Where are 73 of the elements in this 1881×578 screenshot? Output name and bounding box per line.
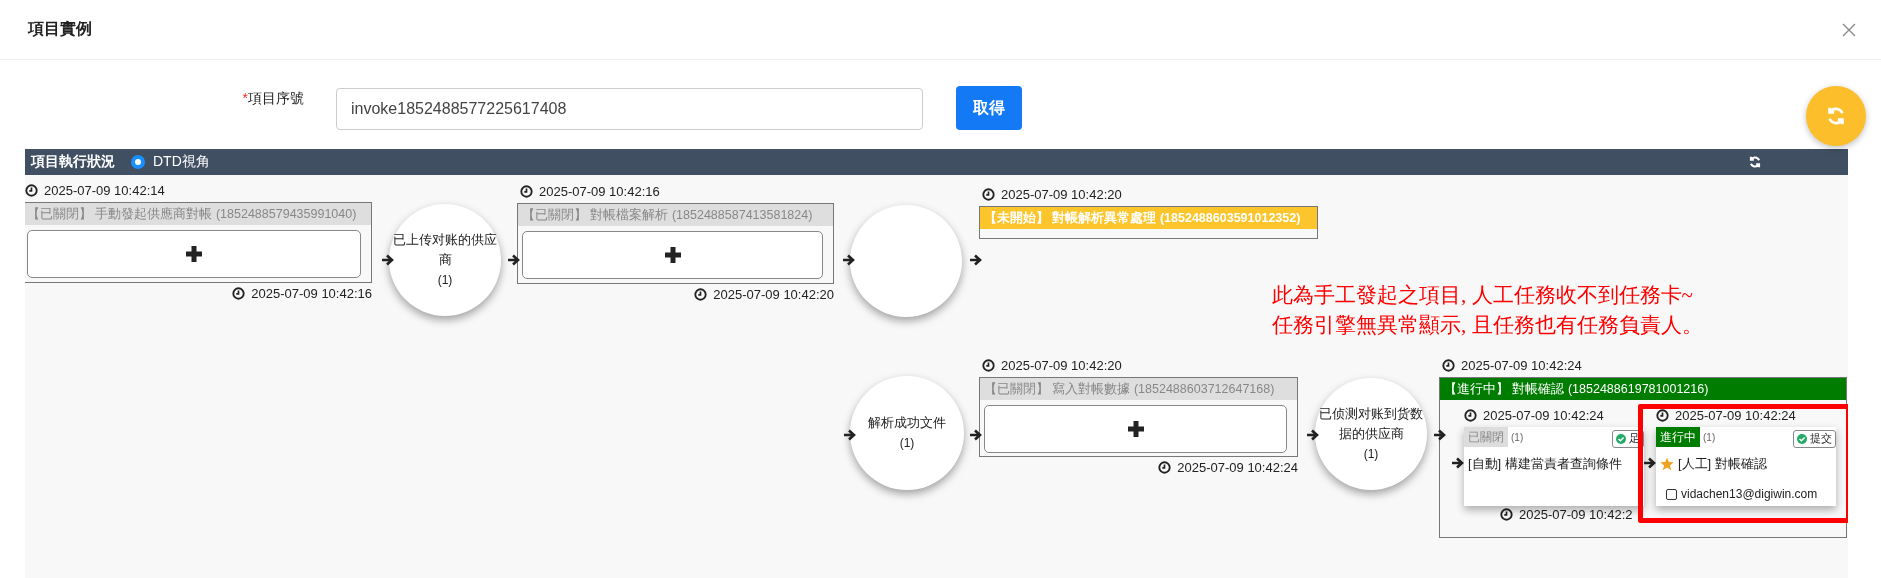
assignee-email: vidachen13@digiwin.com bbox=[1681, 487, 1818, 501]
arrow-icon bbox=[1452, 456, 1464, 470]
end-time: 2025-07-09 10:42:20 bbox=[654, 287, 834, 302]
expand-button[interactable] bbox=[522, 231, 823, 279]
arrow-icon bbox=[843, 253, 855, 267]
start-time: 2025-07-09 10:42:24 bbox=[1442, 358, 1582, 373]
task-header[interactable]: 【已關閉】 手動發起供應商對帳 (1852488579435991040) bbox=[25, 203, 371, 225]
refresh-icon[interactable] bbox=[1748, 155, 1762, 169]
end-time: 2025-07-09 10:42:24 bbox=[1118, 460, 1298, 475]
dialog-title: 項目實例 bbox=[28, 19, 92, 39]
arrow-icon bbox=[1434, 428, 1446, 442]
state-count: (1) bbox=[899, 435, 915, 452]
end-time: 2025-07-09 10:42:16 bbox=[192, 286, 372, 301]
end-time: 2025-07-09 10:42:2 bbox=[1500, 507, 1633, 522]
arrow-icon bbox=[508, 253, 520, 267]
clock-icon bbox=[1464, 409, 1477, 422]
clock-icon bbox=[25, 184, 38, 197]
clock-icon bbox=[982, 188, 995, 201]
annotation-text: 任務引擎無異常顯示, 且任務也有任務負責人。 bbox=[1272, 312, 1703, 339]
clock-icon bbox=[1158, 461, 1172, 474]
expand-button[interactable] bbox=[27, 230, 361, 278]
clock-icon bbox=[1442, 359, 1455, 372]
task-header[interactable]: 【進行中】 對帳確認 (1852488619781001216) bbox=[1440, 378, 1846, 400]
refresh-icon bbox=[1825, 105, 1847, 127]
radio-label[interactable]: DTD視角 bbox=[153, 153, 210, 171]
state-label: 已上传对账的供应商 bbox=[393, 231, 497, 269]
close-icon[interactable] bbox=[1842, 22, 1856, 37]
start-time: 2025-07-09 10:42:24 bbox=[1656, 408, 1796, 423]
start-time: 2025-07-09 10:42:20 bbox=[982, 358, 1122, 373]
arrow-icon bbox=[1307, 428, 1319, 442]
input-field[interactable]: invoke1852488577225617408 bbox=[336, 88, 923, 130]
star-icon bbox=[1660, 457, 1674, 471]
panel-title: 項目執行狀況 bbox=[31, 153, 115, 171]
clock-icon bbox=[232, 287, 246, 300]
start-time: 2025-07-09 10:42:20 bbox=[982, 187, 1122, 202]
get-button[interactable]: 取得 bbox=[956, 86, 1022, 130]
start-time: 2025-07-09 10:42:24 bbox=[1464, 408, 1604, 423]
plus-icon bbox=[185, 245, 203, 263]
annotation-text: 此為手工發起之項目, 人工任務收不到任務卡~ bbox=[1272, 282, 1694, 309]
subtask-name: [自動] 構建當責者查詢條件 bbox=[1468, 455, 1622, 473]
radio-button[interactable] bbox=[131, 155, 145, 169]
plus-icon bbox=[1126, 420, 1145, 438]
arrow-icon bbox=[970, 253, 982, 267]
arrow-icon bbox=[844, 428, 856, 442]
plus-icon bbox=[663, 246, 682, 264]
state-label: 解析成功文件 bbox=[867, 414, 947, 432]
check-icon bbox=[1616, 433, 1626, 444]
task-header[interactable]: 【已關閉】 對帳檔案解析 (1852488587413581824) bbox=[518, 204, 833, 226]
clock-icon bbox=[982, 359, 995, 372]
clock-icon bbox=[694, 288, 708, 301]
clock-icon bbox=[520, 185, 533, 198]
subtask-name: [人工] 對帳確認 bbox=[1678, 455, 1767, 473]
arrow-icon bbox=[1644, 456, 1656, 470]
arrow-icon bbox=[970, 428, 982, 442]
field-label: 項目序號 bbox=[248, 90, 304, 108]
state-count: (1) bbox=[1363, 446, 1379, 463]
start-time: 2025-07-09 10:42:16 bbox=[520, 184, 660, 199]
status-tag: 已關閉 bbox=[1464, 427, 1508, 447]
check-icon bbox=[1797, 433, 1807, 444]
count-text: (1) bbox=[1703, 431, 1716, 443]
status-tag: 進行中 bbox=[1656, 427, 1700, 447]
arrow-icon bbox=[382, 253, 394, 267]
expand-button[interactable] bbox=[984, 405, 1287, 453]
required-mark: * bbox=[242, 90, 248, 108]
checkbox-icon bbox=[1666, 488, 1677, 500]
clock-icon bbox=[1500, 508, 1513, 521]
state-count: (1) bbox=[437, 272, 453, 289]
clock-icon bbox=[1656, 409, 1669, 422]
task-header[interactable]: 【已關閉】 寫入對帳數據 (1852488603712647168) bbox=[980, 378, 1297, 400]
count-text: (1) bbox=[1511, 431, 1524, 443]
start-time: 2025-07-09 10:42:14 bbox=[25, 183, 165, 198]
action-button[interactable]: 提交 bbox=[1793, 429, 1836, 448]
state-label: 已侦测对账到货数据的供应商 bbox=[1319, 405, 1423, 443]
